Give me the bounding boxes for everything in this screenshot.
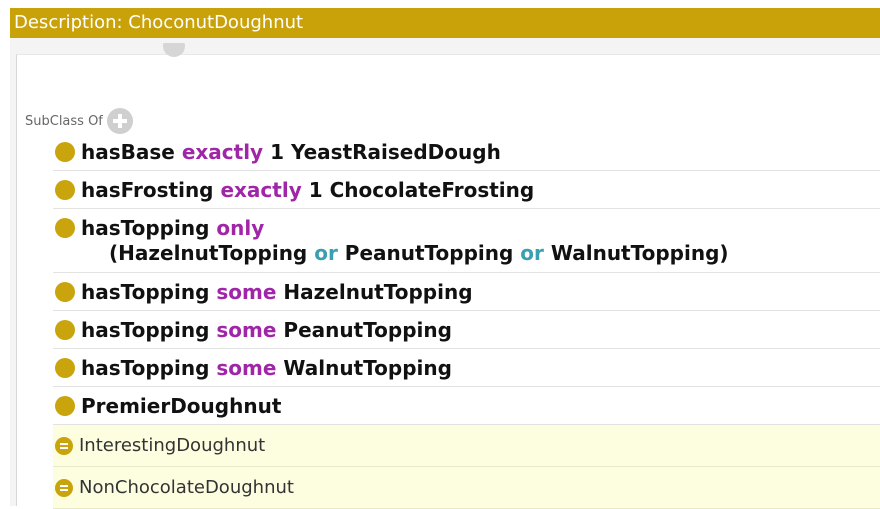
superclass-row[interactable]: hasTopping some HazelnutTopping [53,273,880,311]
view-title-bar: Description: ChoconutDoughnut [10,8,880,38]
inferred-superclass-row[interactable]: NonChocolateDoughnut [53,467,880,509]
add-superclass-button[interactable] [106,108,133,134]
class-dot-icon [55,218,75,238]
add-icon-partial[interactable] [163,43,185,57]
subclass-of-header: SubClass Of [25,108,133,134]
class-dot-icon [55,358,75,378]
inferred-class-label: NonChocolateDoughnut [79,477,294,498]
class-dot-icon [55,180,75,200]
superclass-list: hasBase exactly 1 YeastRaisedDough hasFr… [53,133,880,509]
class-dot-icon [55,396,75,416]
class-expression: hasFrosting exactly 1 ChocolateFrosting [81,178,535,202]
superclass-row[interactable]: hasTopping only (HazelnutTopping or Pean… [53,209,880,273]
class-expression: hasTopping some WalnutTopping [81,356,452,380]
inferred-class-icon [55,437,73,455]
class-expression: hasTopping some PeanutTopping [81,318,452,342]
superclass-row[interactable]: hasBase exactly 1 YeastRaisedDough [53,133,880,171]
inferred-superclass-row[interactable]: InterestingDoughnut [53,425,880,467]
inferred-class-icon [55,479,73,497]
class-dot-icon [55,142,75,162]
superclass-row[interactable]: hasTopping some WalnutTopping [53,349,880,387]
description-content: SubClass Of hasBase exactly 1 YeastRaise… [16,43,880,509]
description-view: Description: ChoconutDoughnut SubClass O… [10,8,880,509]
inferred-class-label: InterestingDoughnut [79,435,266,456]
class-dot-icon [55,282,75,302]
section-title: SubClass Of [25,113,103,129]
superclass-row[interactable]: hasFrosting exactly 1 ChocolateFrosting [53,171,880,209]
superclass-row[interactable]: hasTopping some PeanutTopping [53,311,880,349]
class-dot-icon [55,320,75,340]
class-expression: hasTopping some HazelnutTopping [81,280,473,304]
class-expression: hasTopping only (HazelnutTopping or Pean… [81,216,729,265]
class-expression: hasBase exactly 1 YeastRaisedDough [81,140,501,164]
view-title: Description: ChoconutDoughnut [14,12,304,33]
superclass-row[interactable]: PremierDoughnut [53,387,880,425]
class-expression: PremierDoughnut [81,394,282,418]
